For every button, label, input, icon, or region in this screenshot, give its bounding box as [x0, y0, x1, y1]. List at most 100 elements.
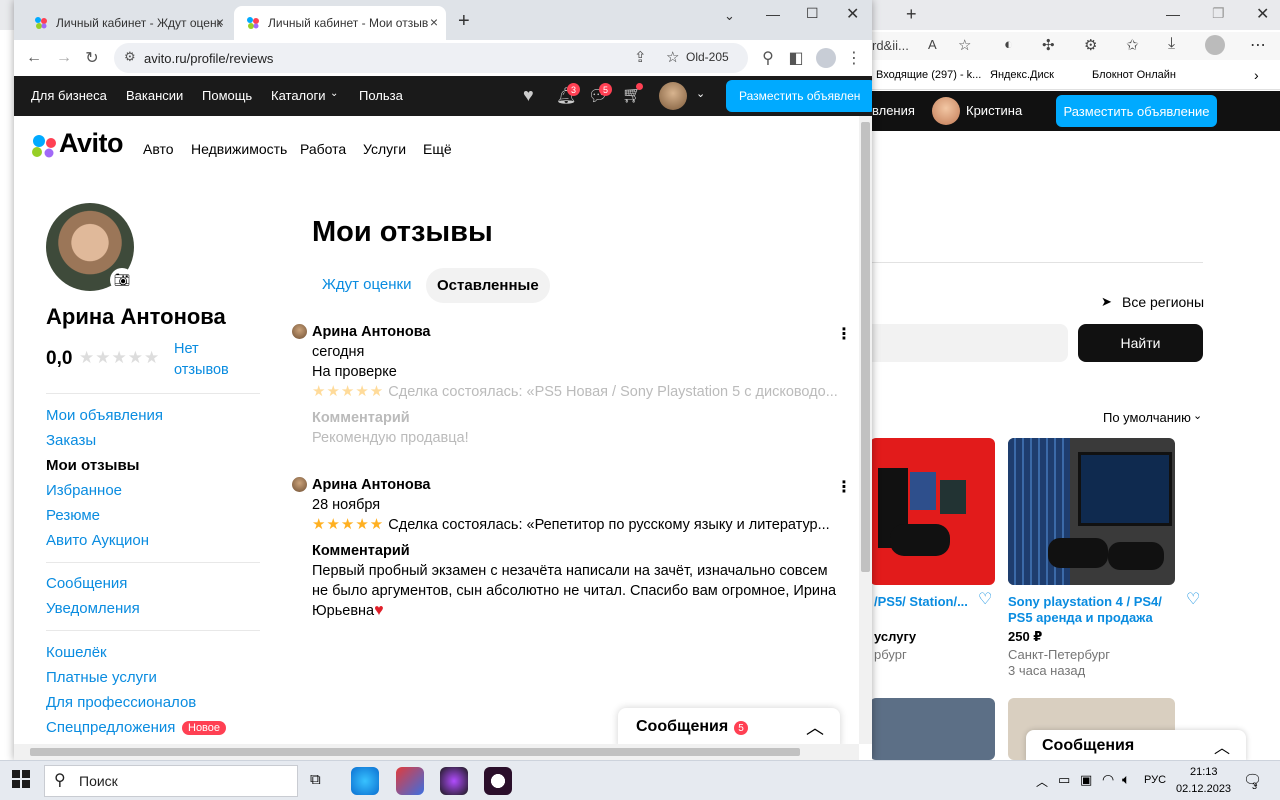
profile-icon[interactable]: [816, 48, 836, 68]
volume-icon[interactable]: 🔈︎: [1122, 771, 1130, 788]
bg-card-title-2[interactable]: Sony playstation 4 / PS4/ PS5 аренда и п…: [1008, 594, 1178, 626]
bookmarks-overflow-icon[interactable]: ›: [1254, 67, 1259, 83]
menu-orders[interactable]: Заказы: [46, 432, 96, 449]
taskbar-search-input[interactable]: ⚲ Поиск: [44, 765, 298, 797]
minimize-icon[interactable]: —: [1166, 6, 1180, 22]
nav-vacancies[interactable]: Вакансии: [126, 88, 183, 103]
review-author[interactable]: Арина Антонова: [292, 322, 852, 342]
nav-catalogs[interactable]: Каталоги: [271, 88, 326, 103]
profile-avatar-icon[interactable]: [1205, 35, 1225, 55]
bg-user-avatar[interactable]: [932, 97, 960, 125]
no-reviews-link[interactable]: Нет отзывов: [174, 339, 244, 381]
bg-search-input[interactable]: [870, 324, 1068, 362]
horizontal-scrollbar[interactable]: [14, 744, 859, 760]
chevron-up-icon[interactable]: ︿: [1214, 734, 1230, 758]
review-deal[interactable]: Сделка состоялась: «Репетитор по русском…: [388, 517, 829, 533]
bg-card-title-1[interactable]: /PS5/ Station/...: [874, 594, 974, 610]
puzzle-icon[interactable]: ✣: [1042, 36, 1055, 54]
read-aloud-icon[interactable]: A: [928, 37, 937, 52]
bg-nav-link[interactable]: вления: [872, 103, 915, 118]
bg-card-image-2[interactable]: [1008, 438, 1175, 585]
more-options-icon[interactable]: ⋮: [836, 324, 852, 344]
bg-sort-select[interactable]: По умолчанию: [1103, 410, 1191, 425]
more-options-icon[interactable]: ⋮: [836, 477, 852, 497]
new-tab-icon[interactable]: +: [906, 4, 917, 25]
downloads-icon[interactable]: ⤓: [1168, 35, 1175, 53]
bg-user-name[interactable]: Кристина: [966, 103, 1022, 118]
menu-notifications[interactable]: Уведомления: [46, 600, 140, 617]
reload-icon[interactable]: ↻: [80, 46, 104, 70]
menu-for-professionals[interactable]: Для профессионалов: [46, 694, 196, 711]
menu-my-reviews[interactable]: Мои отзывы: [46, 457, 139, 474]
app-icon[interactable]: [484, 767, 512, 795]
user-avatar[interactable]: [659, 82, 687, 110]
category-more[interactable]: Ещё: [423, 141, 452, 157]
tab-my-reviews[interactable]: Личный кабинет - Мои отзыв ×: [234, 6, 446, 40]
favorites-icon[interactable]: ✩: [1126, 36, 1139, 54]
more-icon[interactable]: ⋯: [1250, 35, 1266, 55]
chevron-up-icon[interactable]: ︿: [806, 714, 824, 740]
tab-awaiting-rating[interactable]: Личный кабинет - Ждут оценк ×: [22, 6, 232, 40]
nav-benefit[interactable]: Польза: [359, 88, 403, 103]
camera-icon[interactable]: 📷︎: [110, 268, 134, 292]
favorites-heart-icon[interactable]: ♥: [523, 85, 534, 106]
url-input[interactable]: ⚙ avito.ru/profile/reviews ⇪ ☆ Old-205: [114, 43, 748, 73]
category-auto[interactable]: Авто: [143, 141, 174, 157]
close-tab-icon[interactable]: ×: [430, 14, 438, 30]
nav-help[interactable]: Помощь: [202, 88, 252, 103]
review-deal[interactable]: Сделка состоялась: «PS5 Новая / Sony Pla…: [388, 384, 838, 400]
site-info-icon[interactable]: ⚙: [124, 49, 136, 65]
clock-date[interactable]: 02.12.2023: [1176, 783, 1231, 795]
edge-browser-icon[interactable]: [351, 767, 379, 795]
maximize-icon[interactable]: ☐: [806, 5, 819, 22]
new-tab-icon[interactable]: +: [458, 10, 470, 33]
menu-auction[interactable]: Авито Аукцион: [46, 532, 149, 549]
forward-icon[interactable]: →: [52, 46, 76, 70]
profile-chip[interactable]: Old-205: [686, 50, 729, 64]
category-jobs[interactable]: Работа: [300, 141, 346, 157]
post-ad-button[interactable]: Разместить объявлен: [726, 80, 872, 112]
menu-favorites[interactable]: Избранное: [46, 482, 122, 499]
battery-icon[interactable]: ▭: [1058, 772, 1070, 788]
bg-messages-widget[interactable]: Сообщения ︿: [1026, 730, 1246, 762]
messages-widget[interactable]: Сообщения 5 ︿: [618, 708, 840, 744]
avito-logo-text[interactable]: Avito: [59, 128, 124, 159]
bg-find-button[interactable]: Найти: [1078, 324, 1203, 362]
chevron-down-icon[interactable]: ⌄: [696, 87, 705, 100]
restore-icon[interactable]: ❐: [1212, 5, 1225, 22]
network-icon[interactable]: ▣: [1080, 772, 1092, 788]
app-icon[interactable]: [396, 767, 424, 795]
category-services[interactable]: Услуги: [363, 141, 406, 157]
close-window-icon[interactable]: ✕: [846, 4, 859, 24]
review-author[interactable]: Арина Антонова: [292, 475, 852, 495]
category-realty[interactable]: Недвижимость: [191, 141, 287, 157]
tab-search-icon[interactable]: ⌄: [724, 8, 735, 24]
vertical-scrollbar[interactable]: [859, 116, 872, 744]
language-indicator[interactable]: РУС: [1144, 774, 1166, 786]
favorite-heart-icon[interactable]: ♡: [1186, 589, 1200, 609]
bookmark-star-icon[interactable]: ☆: [666, 48, 679, 66]
back-icon[interactable]: ←: [22, 46, 46, 70]
app-icon[interactable]: [440, 767, 468, 795]
clock-time[interactable]: 21:13: [1190, 766, 1218, 778]
task-view-icon[interactable]: ⧉: [310, 771, 321, 788]
close-icon[interactable]: ✕: [1256, 4, 1269, 24]
tab-left[interactable]: Оставленные: [426, 268, 550, 303]
extensions-icon[interactable]: ⚙: [1084, 36, 1097, 54]
windows-start-icon[interactable]: [12, 770, 30, 791]
share-icon[interactable]: ⇪: [634, 48, 647, 66]
bookmark-inbox[interactable]: Входящие (297) - k...: [876, 69, 981, 81]
bg-card-image-1[interactable]: [870, 438, 995, 585]
bg-card-image-3[interactable]: [870, 698, 995, 760]
wifi-icon[interactable]: ◠: [1102, 771, 1114, 788]
menu-resume[interactable]: Резюме: [46, 507, 100, 524]
menu-my-ads[interactable]: Мои объявления: [46, 407, 163, 424]
side-panel-icon[interactable]: ◧: [784, 46, 808, 70]
tray-chevron-icon[interactable]: ︿: [1036, 773, 1048, 790]
favorite-star-icon[interactable]: ☆: [958, 36, 971, 54]
close-tab-icon[interactable]: ×: [216, 14, 224, 30]
extension-icon[interactable]: ◐: [1004, 36, 1013, 53]
search-icon[interactable]: ⚲: [756, 46, 780, 70]
favorite-heart-icon[interactable]: ♡: [978, 589, 992, 609]
menu-messages[interactable]: Сообщения: [46, 575, 127, 592]
